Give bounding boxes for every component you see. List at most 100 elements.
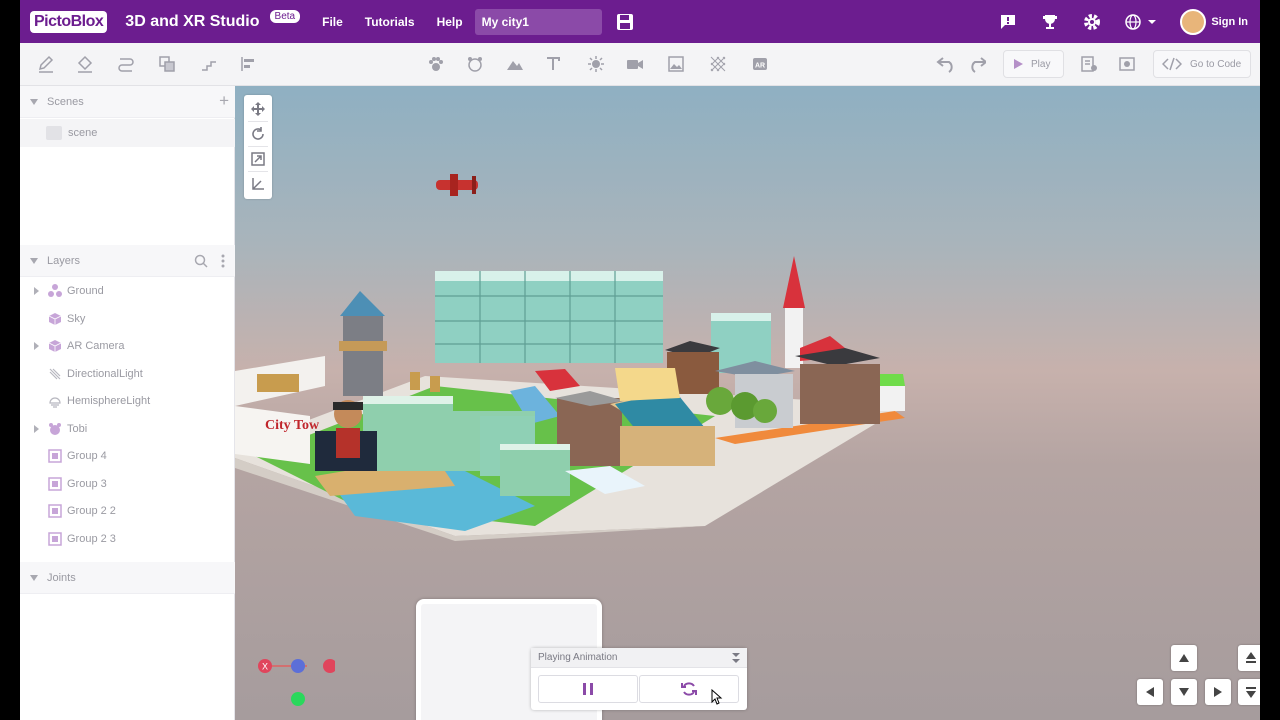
light-icon[interactable] (586, 54, 606, 74)
layer-label: Group 3 (67, 478, 107, 490)
add-scene-icon[interactable]: + (219, 92, 229, 109)
layers-header[interactable]: Layers (20, 245, 235, 277)
scene-item[interactable]: scene (20, 119, 235, 147)
restart-button[interactable] (639, 675, 739, 703)
expand-icon[interactable] (34, 287, 39, 295)
screenshot-icon[interactable] (1117, 54, 1137, 74)
axis-gizmo[interactable]: X (245, 656, 335, 716)
layer-directional-light[interactable]: DirectionalLight (20, 361, 235, 387)
camera-rise-button[interactable] (1238, 645, 1260, 671)
layer-ar-camera[interactable]: AR Camera (20, 333, 235, 359)
restart-icon (681, 682, 697, 696)
go-to-code-label: Go to Code (1190, 58, 1242, 70)
menu-tutorials[interactable]: Tutorials (365, 15, 415, 29)
language-globe-icon[interactable] (1124, 12, 1158, 32)
move-tool-icon[interactable] (248, 99, 268, 119)
layer-group-3[interactable]: Group 3 (20, 471, 235, 497)
layer-label: AR Camera (67, 340, 125, 352)
text-icon[interactable] (543, 54, 563, 74)
gizmo-divider (248, 171, 268, 172)
layer-label: Group 4 (67, 450, 107, 462)
scenes-header-label: Scenes (47, 95, 84, 108)
paw-icon[interactable] (426, 54, 446, 74)
transform-tools (244, 95, 272, 199)
svg-text:AR: AR (755, 63, 765, 70)
group-icon (48, 449, 62, 463)
image-icon[interactable] (666, 54, 686, 74)
eject-up-icon (1246, 652, 1256, 663)
layer-sky[interactable]: Sky (20, 306, 235, 332)
hemisphere-light-icon (48, 394, 62, 408)
gizmo-divider (248, 146, 268, 147)
undo-icon[interactable] (936, 54, 956, 74)
bucket-icon[interactable] (75, 54, 95, 74)
stairs-icon[interactable] (199, 54, 219, 74)
layer-group-2-3[interactable]: Group 2 3 (20, 526, 235, 552)
layer-group-2-2[interactable]: Group 2 2 (20, 498, 235, 524)
layer-tobi[interactable]: Tobi (20, 416, 235, 442)
3d-viewport[interactable]: City Tow X Playing Animation (235, 86, 1260, 720)
layer-hemisphere-light[interactable]: HemisphereLight (20, 388, 235, 414)
pictoblox-logo[interactable]: PictoBlox (30, 10, 108, 33)
terrain-icon[interactable] (505, 54, 525, 74)
collapse-panel-icon[interactable] (732, 653, 740, 663)
menu-help[interactable]: Help (437, 15, 463, 29)
more-options-icon[interactable] (221, 254, 225, 268)
scene-thumbnail (46, 126, 62, 140)
sign-in-button[interactable]: Sign In (1180, 8, 1248, 35)
city-scene: City Tow (235, 174, 905, 541)
save-icon[interactable] (616, 13, 634, 31)
axis-tool-icon[interactable] (248, 174, 268, 194)
expand-icon[interactable] (34, 342, 39, 350)
layer-ground[interactable]: Ground (20, 278, 235, 304)
settings-gear-icon[interactable] (1082, 12, 1102, 32)
search-icon[interactable] (194, 254, 208, 268)
layer-group-4[interactable]: Group 4 (20, 443, 235, 469)
joints-header-label: Joints (47, 571, 76, 584)
camera-down-button[interactable] (1171, 679, 1197, 705)
texture-icon[interactable] (708, 54, 728, 74)
align-icon[interactable] (238, 54, 258, 74)
path-icon[interactable] (116, 54, 136, 74)
feedback-icon[interactable] (998, 12, 1018, 32)
code-icon (1162, 57, 1182, 71)
group-icon (48, 532, 62, 546)
layer-label: Sky (67, 313, 86, 325)
pencil-icon[interactable] (36, 54, 56, 74)
scale-tool-icon[interactable] (248, 149, 268, 169)
trophy-icon[interactable] (1040, 12, 1060, 32)
sign-in-label: Sign In (1211, 15, 1248, 28)
cube-group-icon (48, 284, 62, 298)
settings-board-icon[interactable] (1079, 54, 1099, 74)
collapse-icon[interactable] (30, 574, 38, 581)
camera-icon[interactable] (625, 54, 645, 74)
group-icon (48, 477, 62, 491)
bear-icon (48, 422, 62, 436)
arrow-left-icon (1146, 687, 1154, 697)
redo-icon[interactable] (966, 54, 986, 74)
layer-label: DirectionalLight (67, 368, 143, 380)
scenes-header[interactable]: Scenes + (20, 86, 235, 118)
rotate-tool-icon[interactable] (248, 124, 268, 144)
expand-icon[interactable] (34, 425, 39, 433)
camera-right-button[interactable] (1205, 679, 1231, 705)
camera-lower-button[interactable] (1238, 679, 1260, 705)
go-to-code-button[interactable]: Go to Code (1153, 50, 1251, 78)
play-label: Play (1031, 58, 1051, 70)
play-button[interactable]: Play (1003, 50, 1064, 78)
camera-left-button[interactable] (1137, 679, 1163, 705)
app-window: PictoBlox 3D and XR Studio Beta File Tut… (20, 0, 1260, 720)
collapse-icon[interactable] (30, 98, 38, 105)
ar-icon[interactable]: AR (750, 54, 770, 74)
animation-panel-title: Playing Animation (531, 648, 747, 668)
toolbar: AR Play Go to Code (20, 43, 1260, 86)
collapse-icon[interactable] (30, 257, 38, 264)
camera-up-button[interactable] (1171, 645, 1197, 671)
joints-header[interactable]: Joints (20, 562, 235, 594)
pause-button[interactable] (538, 675, 638, 703)
project-name-input[interactable] (474, 8, 602, 35)
copy-icon[interactable] (157, 54, 177, 74)
menu-file[interactable]: File (322, 15, 343, 29)
beta-badge: Beta (269, 10, 301, 23)
bear-icon[interactable] (465, 54, 485, 74)
